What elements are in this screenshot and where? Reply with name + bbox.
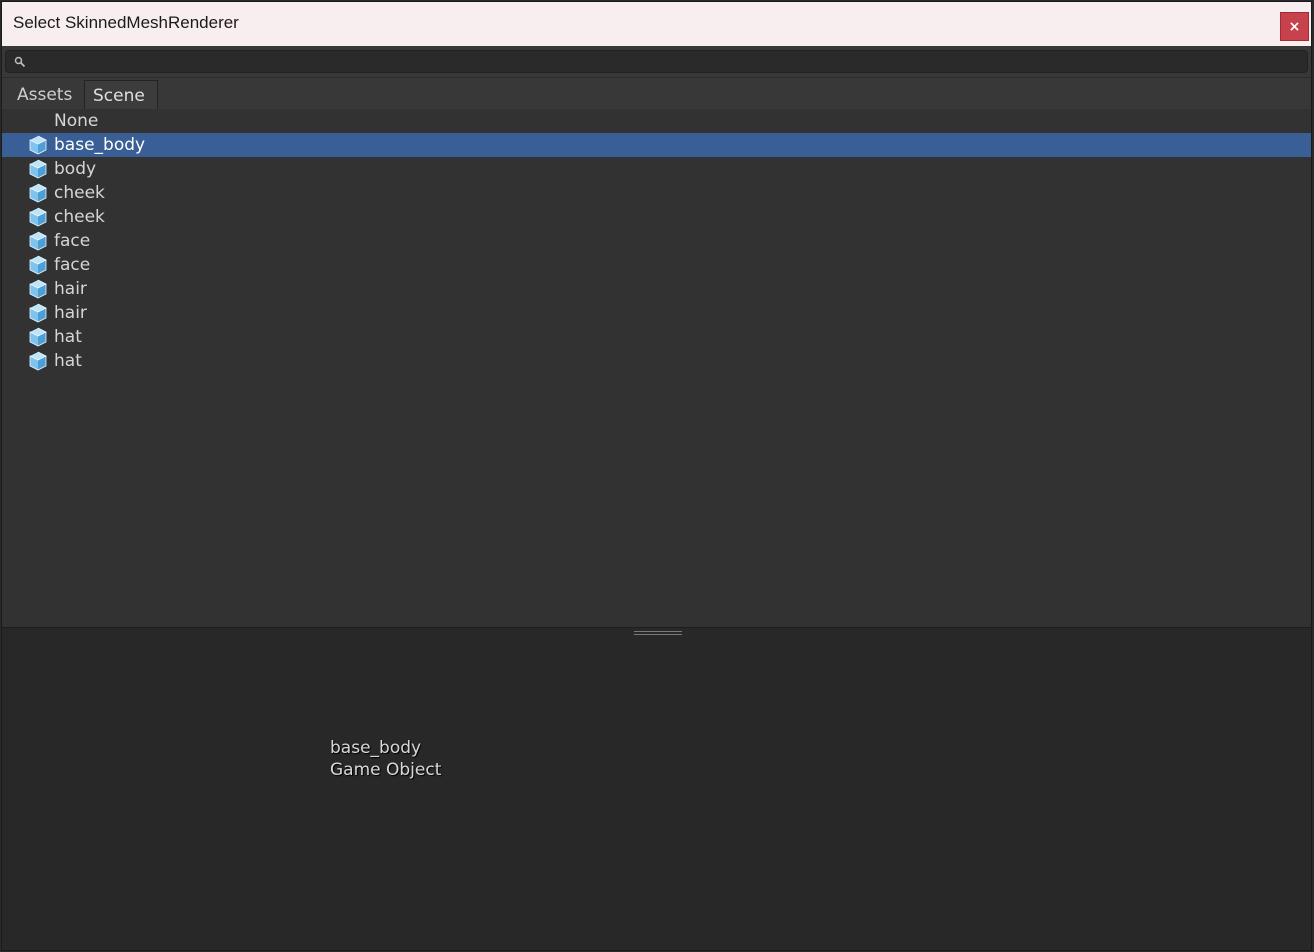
gameobject-cube-icon xyxy=(29,231,47,251)
list-item[interactable]: hair xyxy=(2,301,1311,325)
close-button[interactable]: × xyxy=(1280,12,1309,41)
search-input[interactable] xyxy=(30,53,1301,70)
list-item-label: hat xyxy=(54,351,82,371)
list-item[interactable]: hat xyxy=(2,325,1311,349)
gameobject-cube-icon xyxy=(29,255,47,275)
list-item[interactable]: hat xyxy=(2,349,1311,373)
list-item[interactable]: cheek xyxy=(2,181,1311,205)
search-field[interactable] xyxy=(5,50,1308,73)
list-item-label: hair xyxy=(54,303,87,323)
list-item[interactable]: base_body xyxy=(2,133,1311,157)
gameobject-cube-icon xyxy=(29,303,47,323)
object-list: None base_body body cheek cheek face fac… xyxy=(2,109,1311,628)
preview-object-name: base_body xyxy=(330,738,422,758)
tab-scene[interactable]: Scene xyxy=(84,80,158,110)
search-bar xyxy=(2,46,1311,77)
list-item[interactable]: cheek xyxy=(2,205,1311,229)
preview-panel: base_body Game Object xyxy=(2,628,1311,950)
tab-assets[interactable]: Assets xyxy=(9,80,84,110)
list-item-label: cheek xyxy=(54,207,105,227)
list-item-label: face xyxy=(54,231,91,251)
list-item-label: face xyxy=(54,255,91,275)
list-item[interactable]: face xyxy=(2,229,1311,253)
list-item-label: hat xyxy=(54,327,82,347)
gameobject-cube-icon xyxy=(29,351,47,371)
gameobject-cube-icon xyxy=(29,279,47,299)
close-icon: × xyxy=(1288,18,1301,35)
search-icon xyxy=(14,56,26,68)
tab-bar: Assets Scene xyxy=(2,77,1311,110)
list-item-label: body xyxy=(54,159,97,179)
list-item[interactable]: body xyxy=(2,157,1311,181)
gameobject-cube-icon xyxy=(29,207,47,227)
preview-object-type: Game Object xyxy=(330,760,442,780)
list-item-label: hair xyxy=(54,279,87,299)
panel-splitter[interactable] xyxy=(2,627,1311,628)
object-picker-window: Select SkinnedMeshRenderer × Assets Scen… xyxy=(1,1,1312,951)
window-title: Select SkinnedMeshRenderer xyxy=(13,13,239,32)
gameobject-cube-icon xyxy=(29,327,47,347)
gameobject-cube-icon xyxy=(29,183,47,203)
list-item[interactable]: hair xyxy=(2,277,1311,301)
list-item-none[interactable]: None xyxy=(2,109,1311,133)
title-bar[interactable]: Select SkinnedMeshRenderer × xyxy=(2,2,1311,46)
list-item[interactable]: face xyxy=(2,253,1311,277)
gameobject-cube-icon xyxy=(29,135,47,155)
list-item-label: None xyxy=(54,111,99,131)
list-item-label: base_body xyxy=(54,135,146,155)
gameobject-cube-icon xyxy=(29,159,47,179)
list-item-label: cheek xyxy=(54,183,105,203)
resize-grip-icon[interactable] xyxy=(634,630,682,636)
